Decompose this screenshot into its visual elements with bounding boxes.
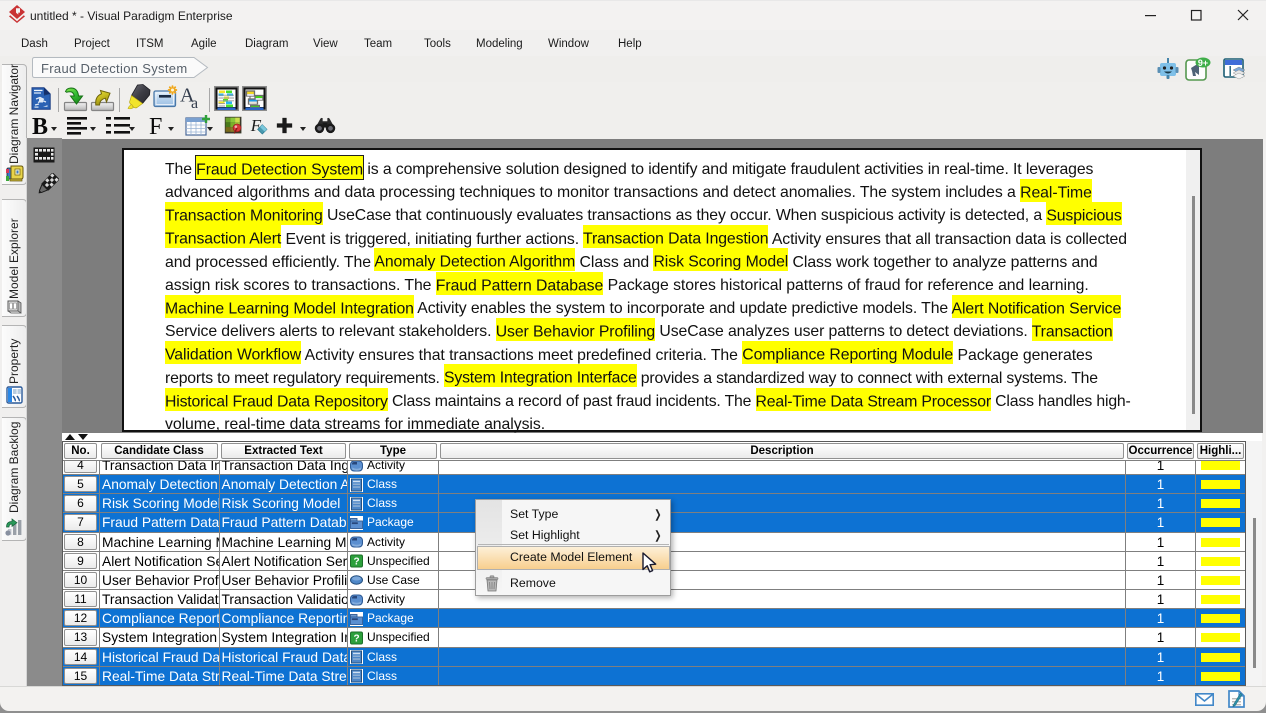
svg-text:?: ? (353, 557, 359, 568)
svg-text:?: ? (353, 633, 359, 644)
svg-text:F: F (149, 114, 162, 138)
svg-text:9+: 9+ (1198, 58, 1208, 68)
svg-text:F: F (250, 116, 262, 135)
svg-text:a: a (191, 95, 198, 110)
svg-text:B: B (32, 114, 48, 138)
